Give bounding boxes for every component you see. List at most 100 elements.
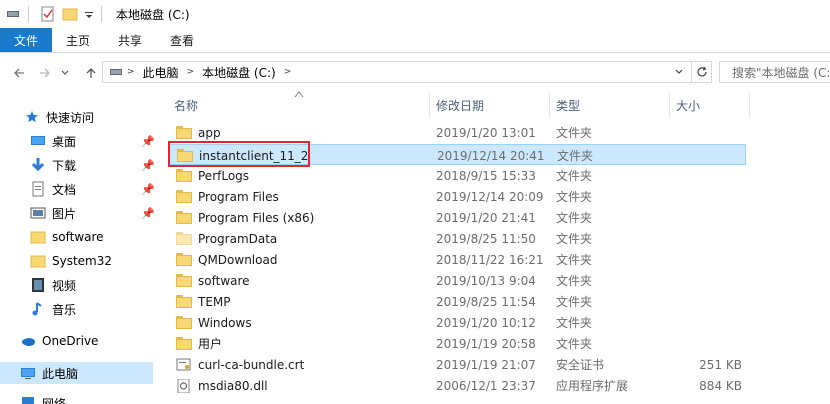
table-row[interactable]: curl-ca-bundle.crt 2019/1/19 21:07 安全证书 … xyxy=(168,354,746,375)
file-type: 文件夹 xyxy=(556,190,593,204)
table-row[interactable]: Program Files (x86) 2019/1/20 21:41 文件夹 xyxy=(168,207,746,228)
nav-label: 下载 xyxy=(52,158,77,173)
pin-icon[interactable]: 📌 xyxy=(141,207,155,220)
sidebar-item-downloads[interactable]: 下载 📌 xyxy=(0,154,158,176)
tab-view[interactable]: 查看 xyxy=(156,28,208,52)
sidebar-item-documents[interactable]: 文档 📌 xyxy=(0,178,158,200)
column-label: 大小 xyxy=(676,98,701,113)
pin-icon[interactable]: 📌 xyxy=(141,159,155,172)
file-name: ProgramData xyxy=(198,231,278,246)
table-row[interactable]: software 2019/10/13 9:04 文件夹 xyxy=(168,270,746,291)
download-icon xyxy=(30,157,46,173)
table-row[interactable]: QMDownload 2018/11/22 16:21 文件夹 xyxy=(168,249,746,270)
sidebar-item-videos[interactable]: 视频 xyxy=(0,274,158,296)
properties-icon[interactable] xyxy=(39,5,57,23)
sidebar-item-this-pc[interactable]: 此电脑 xyxy=(0,362,153,384)
table-row[interactable]: Program Files 2019/12/14 20:09 文件夹 xyxy=(168,186,746,207)
address-bar[interactable]: > 此电脑 > 本地磁盘 (C:) > xyxy=(102,61,712,83)
file-type: 文件夹 xyxy=(556,295,593,309)
refresh-icon[interactable] xyxy=(691,62,711,82)
search-input[interactable]: 搜索"本地磁盘 (C:)" xyxy=(719,61,830,83)
table-row[interactable]: 用户 2019/1/19 20:58 文件夹 xyxy=(168,333,746,354)
folder-icon xyxy=(176,189,192,204)
new-folder-icon[interactable] xyxy=(61,5,79,23)
breadcrumb-arrow-icon[interactable]: > xyxy=(280,67,296,77)
folder-icon xyxy=(176,210,192,225)
table-row[interactable]: msdia80.dll 2006/12/1 23:37 应用程序扩展 884 K… xyxy=(168,375,746,396)
table-row[interactable]: Windows 2019/1/20 10:12 文件夹 xyxy=(168,312,746,333)
tab-file[interactable]: 文件 xyxy=(0,28,52,52)
folder-icon xyxy=(176,294,192,309)
sidebar-item-system32[interactable]: System32 xyxy=(0,250,158,272)
file-date: 2019/12/14 20:41 xyxy=(437,148,545,163)
up-button[interactable] xyxy=(80,62,102,84)
file-type: 文件夹 xyxy=(556,253,593,267)
breadcrumb-local-disk[interactable]: 本地磁盘 (C:) xyxy=(198,64,280,81)
nav-label: 音乐 xyxy=(52,302,77,317)
file-date: 2019/1/20 21:41 xyxy=(436,210,536,225)
chevron-down-icon[interactable] xyxy=(671,62,687,82)
breadcrumb-arrow-icon[interactable]: > xyxy=(123,67,139,77)
file-name: 用户 xyxy=(198,337,223,351)
file-type: 文件夹 xyxy=(556,337,593,351)
file-size xyxy=(666,291,742,312)
pin-icon[interactable]: 📌 xyxy=(141,135,155,148)
folder-icon xyxy=(176,315,192,330)
column-label: 类型 xyxy=(556,98,581,113)
file-name: curl-ca-bundle.crt xyxy=(198,357,305,372)
pin-icon[interactable]: 📌 xyxy=(141,183,155,196)
file-date: 2019/8/25 11:50 xyxy=(436,231,536,246)
file-date: 2018/11/22 16:21 xyxy=(436,252,544,267)
dll-file-icon xyxy=(176,378,192,393)
file-date: 2006/12/1 23:37 xyxy=(436,378,536,393)
file-size xyxy=(666,249,742,270)
video-icon xyxy=(30,277,46,293)
sidebar-item-onedrive[interactable]: OneDrive xyxy=(0,330,158,352)
breadcrumb-this-pc[interactable]: 此电脑 xyxy=(139,64,183,81)
table-row[interactable]: app 2019/1/20 13:01 文件夹 xyxy=(168,122,746,143)
cloud-icon xyxy=(20,333,36,349)
drive-icon xyxy=(4,5,22,23)
sidebar-item-pictures[interactable]: 图片 📌 xyxy=(0,202,158,224)
table-row[interactable]: ProgramData 2019/8/25 11:50 文件夹 xyxy=(168,228,746,249)
sidebar-item-desktop[interactable]: 桌面 📌 xyxy=(0,130,158,152)
column-label: 修改日期 xyxy=(436,98,485,113)
sidebar-item-software[interactable]: software xyxy=(0,226,158,248)
table-row[interactable]: PerfLogs 2018/9/15 15:33 文件夹 xyxy=(168,165,746,186)
nav-quick-access[interactable]: 快速访问 xyxy=(0,106,158,128)
file-name: app xyxy=(198,125,221,140)
tab-share[interactable]: 共享 xyxy=(104,28,156,52)
file-size: 884 KB xyxy=(699,378,742,393)
file-size xyxy=(666,165,742,186)
back-button[interactable] xyxy=(8,62,30,84)
nav-label: OneDrive xyxy=(42,334,99,348)
picture-icon xyxy=(30,205,46,221)
file-name: instantclient_11_2 xyxy=(199,148,309,163)
file-name: QMDownload xyxy=(198,252,278,267)
column-header-name[interactable]: 名称 xyxy=(168,93,430,117)
nav-label: 文档 xyxy=(52,182,77,197)
folder-icon xyxy=(176,252,192,267)
sidebar-item-network[interactable]: 网络 xyxy=(0,392,158,404)
window-title: 本地磁盘 (C:) xyxy=(116,7,190,22)
recent-locations-button[interactable] xyxy=(58,62,72,84)
file-name: Program Files (x86) xyxy=(198,210,315,225)
file-type: 文件夹 xyxy=(556,211,593,225)
breadcrumb-arrow-icon[interactable]: > xyxy=(183,67,199,77)
tab-home[interactable]: 主页 xyxy=(52,28,104,52)
navigation-pane: 快速访问 桌面 📌 下载 📌 文档 📌 图片 📌 software System… xyxy=(0,93,158,404)
chevron-down-icon[interactable] xyxy=(83,5,95,23)
file-type: 文件夹 xyxy=(556,169,593,183)
table-row[interactable]: instantclient_11_2 2019/12/14 20:41 文件夹 xyxy=(168,144,746,165)
column-header-size[interactable]: 大小 xyxy=(670,93,750,117)
file-type: 文件夹 xyxy=(556,232,593,246)
table-row[interactable]: TEMP 2019/8/25 11:54 文件夹 xyxy=(168,291,746,312)
file-type: 安全证书 xyxy=(556,358,605,372)
forward-button[interactable] xyxy=(34,62,56,84)
column-header-type[interactable]: 类型 xyxy=(550,93,670,117)
column-header-date[interactable]: 修改日期 xyxy=(430,93,550,117)
file-type: 文件夹 xyxy=(556,274,593,288)
nav-label: System32 xyxy=(52,254,113,268)
file-name: msdia80.dll xyxy=(198,378,268,393)
sidebar-item-music[interactable]: 音乐 xyxy=(0,298,158,320)
